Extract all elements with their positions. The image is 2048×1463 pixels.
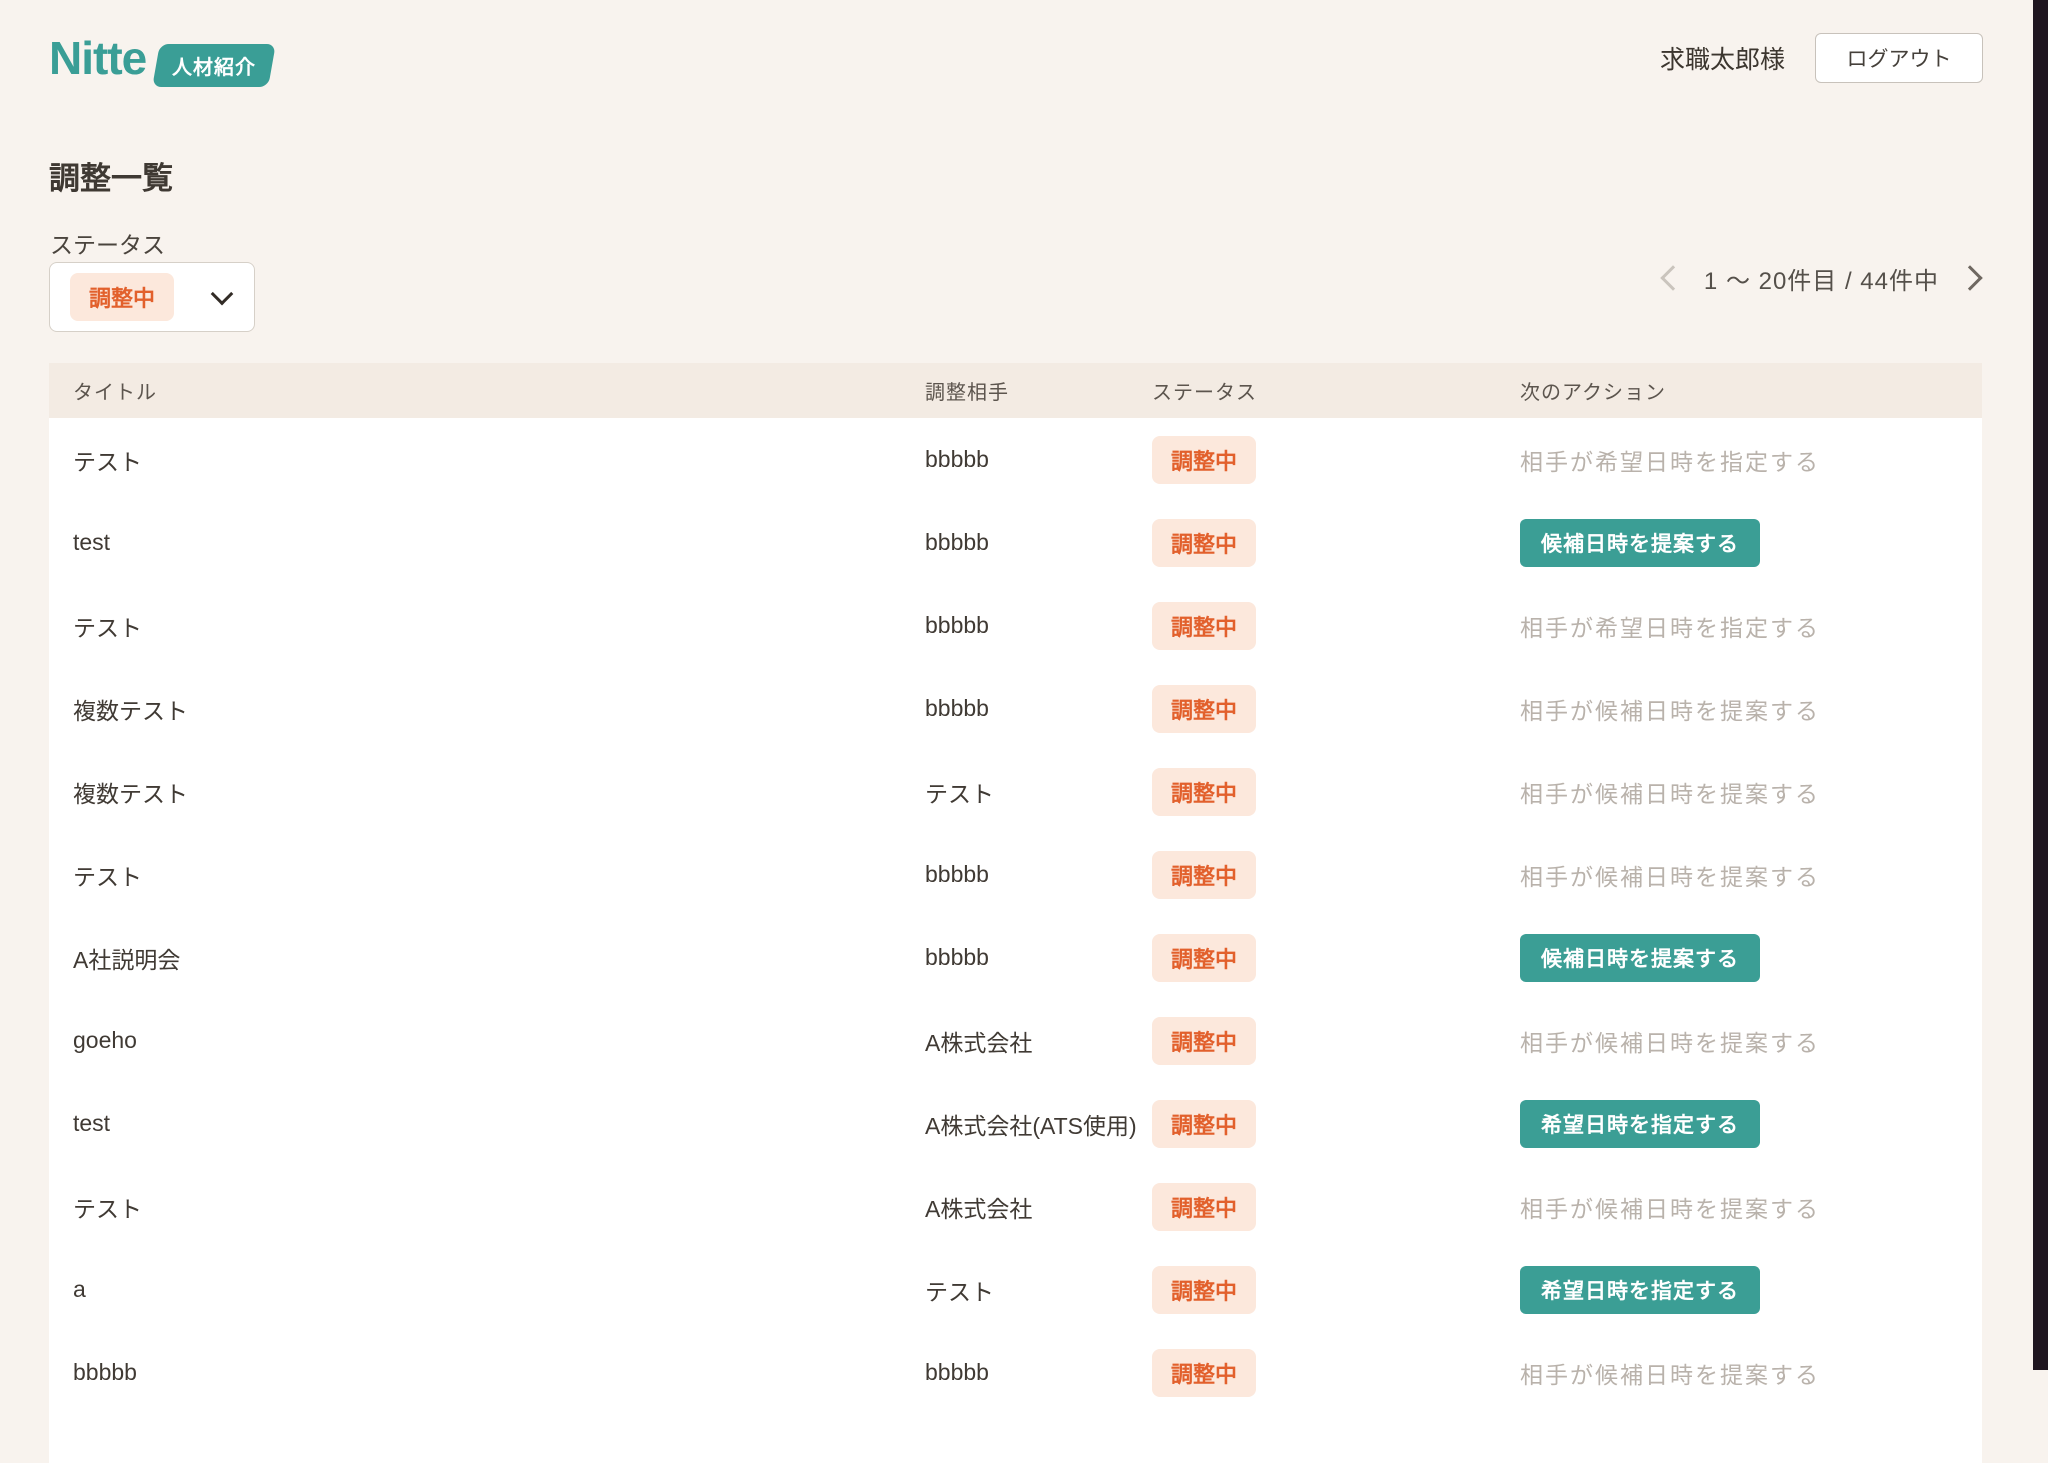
pagination-prev-button[interactable] [1660,265,1686,291]
top-bar-right: 求職太郎様 ログアウト [1660,33,1983,83]
brand-logo[interactable]: Nitte 人材紹介 [49,30,272,87]
row-partner: テスト [925,1273,1152,1307]
row-partner: テスト [925,775,1152,809]
user-name: 求職太郎様 [1660,40,1785,76]
row-action-text: 相手が希望日時を指定する [1520,615,1820,641]
row-title: テスト [73,858,925,892]
chevron-left-icon [1660,265,1685,290]
table-body: テスト bbbbb 調整中 相手が希望日時を指定する test bbbbb 調整… [49,418,1982,1414]
row-title: 複数テスト [73,775,925,809]
row-title: A社説明会 [73,941,925,975]
column-header-partner: 調整相手 [925,376,1152,405]
table-row: A社説明会 bbbbb 調整中 候補日時を提案する [49,916,1982,999]
row-title: テスト [73,1190,925,1224]
pagination-next-button[interactable] [1957,265,1983,291]
status-filter-label: ステータス [50,226,165,260]
row-status-badge: 調整中 [1152,436,1256,484]
row-status-badge: 調整中 [1152,1266,1256,1314]
row-action-text: 相手が希望日時を指定する [1520,449,1820,475]
table-row: 複数テスト bbbbb 調整中 相手が候補日時を提案する [49,667,1982,750]
chevron-down-icon [211,283,234,306]
row-status-badge: 調整中 [1152,1100,1256,1148]
table-row: goeho A株式会社 調整中 相手が候補日時を提案する [49,999,1982,1082]
table-header-row: タイトル 調整相手 ステータス 次のアクション [49,363,1982,418]
row-action-text: 相手が候補日時を提案する [1520,1196,1820,1222]
row-partner: bbbbb [925,944,1152,971]
row-partner: A株式会社 [925,1024,1152,1058]
row-status-badge: 調整中 [1152,685,1256,733]
row-action-cell: 候補日時を提案する [1520,519,1982,567]
row-status-badge: 調整中 [1152,934,1256,982]
row-action-button[interactable]: 希望日時を指定する [1520,1100,1760,1148]
row-action-cell: 候補日時を提案する [1520,934,1982,982]
row-status-badge: 調整中 [1152,519,1256,567]
row-action-cell: 希望日時を指定する [1520,1100,1982,1148]
row-title: a [73,1276,925,1303]
status-select-value: 調整中 [70,273,174,321]
row-partner: bbbbb [925,529,1152,556]
row-status-badge: 調整中 [1152,1183,1256,1231]
row-action-cell: 相手が候補日時を提案する [1520,775,1982,809]
row-partner: A株式会社 [925,1190,1152,1224]
table-row: test A株式会社(ATS使用) 調整中 希望日時を指定する [49,1082,1982,1165]
column-header-status: ステータス [1152,376,1520,405]
row-partner: A株式会社(ATS使用) [925,1107,1152,1141]
row-status-badge: 調整中 [1152,1349,1256,1397]
row-status-badge: 調整中 [1152,851,1256,899]
column-header-title: タイトル [73,376,925,405]
row-action-cell: 相手が候補日時を提案する [1520,1024,1982,1058]
row-action-button[interactable]: 候補日時を提案する [1520,934,1760,982]
pagination-range: 1 〜 20件目 / 44件中 [1704,261,1939,296]
row-action-cell: 相手が希望日時を指定する [1520,443,1982,477]
row-action-text: 相手が候補日時を提案する [1520,781,1820,807]
row-partner: bbbbb [925,695,1152,722]
window-edge [2033,0,2048,1370]
table-row: テスト A株式会社 調整中 相手が候補日時を提案する [49,1165,1982,1248]
row-title: テスト [73,609,925,643]
status-select[interactable]: 調整中 [49,262,255,332]
row-action-cell: 相手が候補日時を提案する [1520,1190,1982,1224]
row-title: goeho [73,1027,925,1054]
row-partner: bbbbb [925,1359,1152,1386]
row-action-text: 相手が候補日時を提案する [1520,1362,1820,1388]
row-title: test [73,1110,925,1137]
top-bar: Nitte 人材紹介 求職太郎様 ログアウト [49,28,1983,88]
row-action-cell: 相手が候補日時を提案する [1520,858,1982,892]
row-status-badge: 調整中 [1152,1017,1256,1065]
pagination: 1 〜 20件目 / 44件中 [1660,256,1983,300]
row-action-text: 相手が候補日時を提案する [1520,864,1820,890]
row-status-badge: 調整中 [1152,768,1256,816]
row-partner: bbbbb [925,446,1152,473]
row-action-text: 相手が候補日時を提案する [1520,1030,1820,1056]
brand-name: Nitte [49,35,146,81]
row-action-cell: 相手が希望日時を指定する [1520,609,1982,643]
row-action-cell: 相手が候補日時を提案する [1520,1356,1982,1390]
page-title: 調整一覧 [49,153,173,198]
column-header-action: 次のアクション [1520,376,1982,405]
table-row: 複数テスト テスト 調整中 相手が候補日時を提案する [49,750,1982,833]
chevron-right-icon [1957,265,1982,290]
brand-service-badge: 人材紹介 [152,44,276,87]
row-title: test [73,529,925,556]
table-row: テスト bbbbb 調整中 相手が希望日時を指定する [49,584,1982,667]
row-title: bbbbb [73,1359,925,1386]
row-partner: bbbbb [925,612,1152,639]
brand-service-badge-label: 人材紹介 [172,51,256,80]
row-partner: bbbbb [925,861,1152,888]
row-action-cell: 希望日時を指定する [1520,1266,1982,1314]
table-row: test bbbbb 調整中 候補日時を提案する [49,501,1982,584]
logout-button[interactable]: ログアウト [1815,33,1983,83]
row-action-button[interactable]: 候補日時を提案する [1520,519,1760,567]
row-action-cell: 相手が候補日時を提案する [1520,692,1982,726]
adjustment-table: タイトル 調整相手 ステータス 次のアクション テスト bbbbb 調整中 相手… [49,363,1982,1463]
row-title: テスト [73,443,925,477]
row-title: 複数テスト [73,692,925,726]
table-row: テスト bbbbb 調整中 相手が候補日時を提案する [49,833,1982,916]
row-status-badge: 調整中 [1152,602,1256,650]
row-action-text: 相手が候補日時を提案する [1520,698,1820,724]
table-row: テスト bbbbb 調整中 相手が希望日時を指定する [49,418,1982,501]
row-action-button[interactable]: 希望日時を指定する [1520,1266,1760,1314]
table-row: a テスト 調整中 希望日時を指定する [49,1248,1982,1331]
table-row: bbbbb bbbbb 調整中 相手が候補日時を提案する [49,1331,1982,1414]
